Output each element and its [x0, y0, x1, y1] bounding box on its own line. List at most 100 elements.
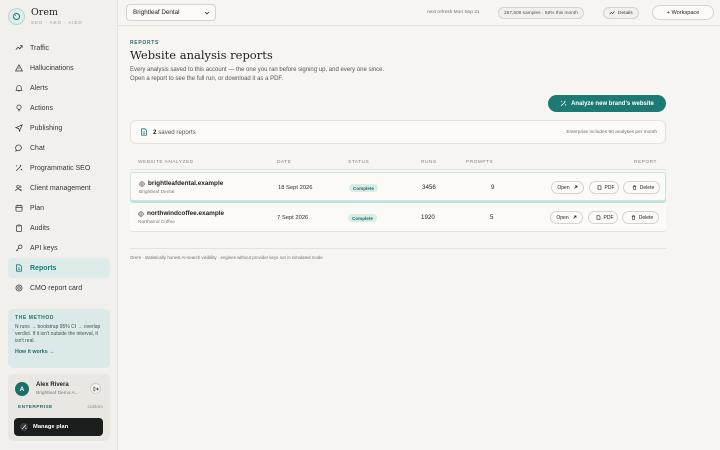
- sidebar-item-cmo-report-card[interactable]: CMO report card: [8, 278, 110, 298]
- sparkles-icon: [20, 423, 28, 431]
- sidebar-item-audits[interactable]: Audits: [8, 218, 110, 238]
- column-header-prompts: PROMPTS: [466, 160, 494, 165]
- method-text: N runs → bootstrap 95% CI → overlap verd…: [15, 324, 101, 344]
- avatar[interactable]: A: [15, 382, 29, 396]
- report-runs: 1920: [421, 214, 435, 221]
- key-icon: [15, 244, 23, 252]
- report-domain: brightleafdental.example: [148, 180, 224, 187]
- delete-label: Delete: [639, 184, 655, 191]
- plan-quota-note: Enterprise includes 90 analyses per mont…: [566, 130, 657, 135]
- app-tagline: SEO · AEO · AIEO: [31, 20, 83, 25]
- open-label: Open: [557, 184, 570, 191]
- manage-plan-button[interactable]: Manage plan: [14, 418, 103, 436]
- pdf-label: PDF: [603, 214, 614, 221]
- page-kicker: REPORTS: [130, 40, 160, 46]
- brand-select[interactable]: Brightleaf Dental: [126, 4, 216, 21]
- saved-count-text: 2 saved reports: [153, 129, 196, 136]
- document-icon: [15, 264, 23, 272]
- target-icon: [15, 284, 23, 292]
- sidebar-item-client-management[interactable]: Client management: [8, 178, 110, 198]
- report-date: 18 Sept 2026: [278, 185, 313, 191]
- saved-count: 2: [153, 129, 157, 136]
- details-label: Details: [618, 10, 633, 16]
- sidebar-item-traffic[interactable]: Traffic: [8, 38, 110, 58]
- sidebar-nav: Traffic Hallucinations Alerts Actions Pu…: [8, 38, 110, 298]
- sidebar-item-label: Actions: [30, 104, 53, 112]
- report-date: 7 Sept 2026: [277, 215, 309, 221]
- table-row[interactable]: northwindcoffee.example Northwind Coffee…: [130, 203, 666, 232]
- details-button[interactable]: Details: [603, 7, 639, 19]
- saved-label: saved reports: [158, 129, 196, 136]
- report-brand: Brightleaf Dental: [139, 190, 175, 195]
- download-pdf-button[interactable]: PDF: [589, 181, 619, 194]
- reports-table: WEBSITE ANALYZED DATE STATUS RUNS PROMPT…: [130, 156, 666, 232]
- sidebar-item-label: Traffic: [30, 44, 50, 52]
- open-label: Open: [556, 214, 569, 221]
- users-icon: [15, 184, 23, 192]
- user-name: Alex Rivera: [36, 382, 69, 388]
- logout-button[interactable]: [90, 383, 101, 394]
- table-row[interactable]: brightleafdental.example Brightleaf Dent…: [130, 172, 666, 201]
- column-header-runs: RUNS: [421, 160, 437, 165]
- sidebar-item-api-keys[interactable]: API keys: [8, 238, 110, 258]
- sidebar-item-label: CMO report card: [30, 284, 83, 292]
- analyze-website-label: Analyze new brand's website: [571, 100, 654, 107]
- sidebar-item-label: Publishing: [30, 124, 63, 132]
- open-report-button[interactable]: Open: [550, 211, 583, 224]
- delete-report-button[interactable]: Delete: [622, 211, 659, 224]
- chat-icon: [15, 144, 23, 152]
- analyze-website-button[interactable]: Analyze new brand's website: [548, 95, 666, 112]
- column-header-date: DATE: [277, 160, 292, 165]
- sidebar-item-label: Chat: [30, 144, 45, 152]
- external-link-icon: [570, 185, 578, 190]
- footer-divider: [130, 248, 666, 249]
- sidebar-item-programmatic-seo[interactable]: Programmatic SEO: [8, 158, 110, 178]
- table-header: WEBSITE ANALYZED DATE STATUS RUNS PROMPT…: [130, 156, 666, 170]
- bell-icon: [15, 84, 23, 92]
- sidebar-item-hallucinations[interactable]: Hallucinations: [8, 58, 110, 78]
- sidebar-item-actions[interactable]: Actions: [8, 98, 110, 118]
- sidebar-item-alerts[interactable]: Alerts: [8, 78, 110, 98]
- lightbulb-icon: [15, 104, 23, 112]
- report-runs: 3456: [422, 184, 436, 191]
- app-name: Orem: [31, 7, 58, 18]
- saved-reports-summary: 2 saved reports Enterprise includes 90 a…: [130, 120, 666, 144]
- download-pdf-button[interactable]: PDF: [588, 211, 618, 224]
- sidebar-item-label: Reports: [30, 264, 57, 272]
- sidebar-item-label: Audits: [30, 224, 50, 232]
- trash-icon: [628, 215, 636, 220]
- status-badge: Complete: [348, 214, 377, 222]
- sidebar-item-reports[interactable]: Reports: [8, 258, 110, 278]
- sidebar-item-publishing[interactable]: Publishing: [8, 118, 110, 138]
- send-icon: [15, 124, 23, 132]
- sparkles-icon: [15, 164, 23, 172]
- logo-icon: [8, 8, 25, 25]
- sidebar: Orem SEO · AEO · AIEO Traffic Hallucinat…: [0, 0, 118, 450]
- globe-icon: [139, 181, 145, 187]
- brand[interactable]: Orem SEO · AEO · AIEO: [8, 7, 83, 25]
- trend-icon: [15, 44, 23, 52]
- sidebar-item-plan[interactable]: Plan: [8, 198, 110, 218]
- delete-label: Delete: [638, 214, 654, 221]
- user-card: A Alex Rivera Brightleaf Demo A... ENTER…: [8, 374, 110, 441]
- add-workspace-button[interactable]: + Workspace: [652, 5, 714, 20]
- sidebar-item-label: Plan: [30, 204, 45, 212]
- method-title: THE METHOD: [15, 315, 55, 321]
- sidebar-item-chat[interactable]: Chat: [8, 138, 110, 158]
- page-description-line: Open a report to see the full run, or do…: [130, 76, 284, 82]
- file-icon: [594, 185, 602, 190]
- delete-report-button[interactable]: Delete: [623, 181, 660, 194]
- page-description-line: Every analysis saved to this account — t…: [130, 67, 385, 73]
- trash-icon: [629, 185, 637, 190]
- column-header-report: REPORT: [634, 160, 657, 165]
- warning-icon: [15, 64, 23, 72]
- sidebar-item-label: Programmatic SEO: [30, 164, 91, 172]
- sidebar-item-label: Hallucinations: [30, 64, 74, 72]
- plan-note: custom: [87, 405, 103, 410]
- how-it-works-link[interactable]: How it works →: [15, 349, 103, 355]
- sidebar-item-label: API keys: [30, 244, 58, 252]
- external-link-icon: [569, 215, 577, 220]
- open-report-button[interactable]: Open: [551, 181, 584, 194]
- brand-select-value: Brightleaf Dental: [133, 9, 180, 16]
- report-prompts: 5: [490, 214, 494, 221]
